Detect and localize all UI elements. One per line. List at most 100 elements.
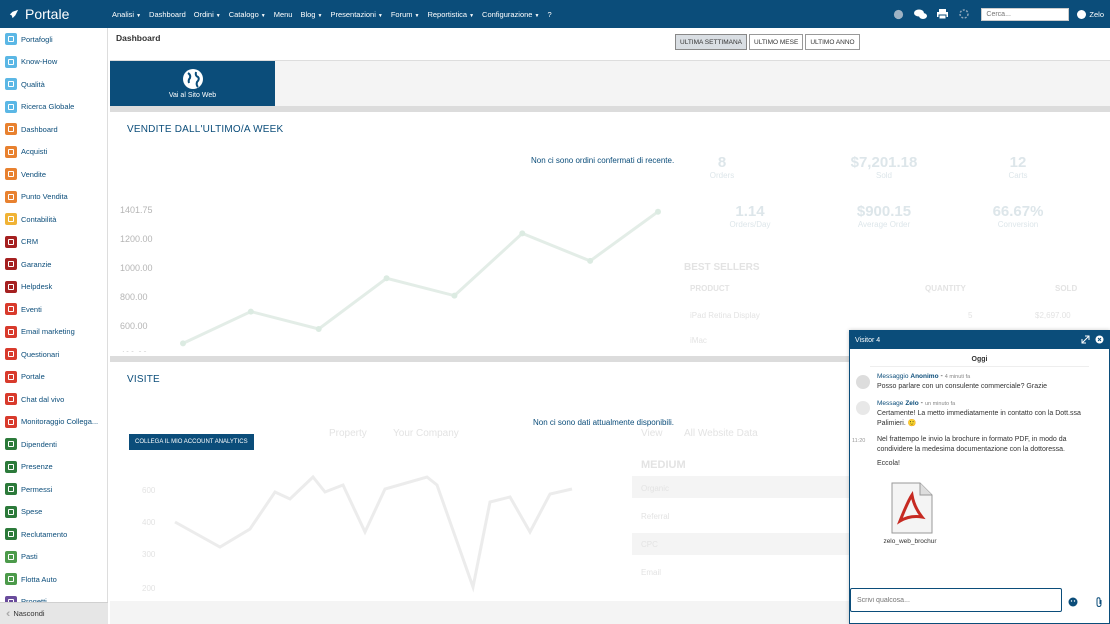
sidebar-item[interactable]: Know-How <box>0 51 107 74</box>
nav-item-label: Presentazioni <box>330 9 376 19</box>
bestsellers-cell: iMac <box>690 336 707 345</box>
hide-label: Nascondi <box>13 609 45 618</box>
sidebar-item[interactable]: Helpdesk <box>0 276 107 299</box>
sales-line-chart: 1401.75 1200.00 1000.00 800.00 600.00 400.00 <box>120 205 661 352</box>
app-icon <box>5 100 17 113</box>
chat-bubbles-icon[interactable] <box>912 6 928 22</box>
sidebar-item[interactable]: Chat dal vivo <box>0 388 107 411</box>
sidebar-item[interactable]: Flotta Auto <box>0 568 107 591</box>
app-icon <box>5 280 17 293</box>
sidebar-item[interactable]: Progetti <box>0 591 107 602</box>
period-button-month[interactable]: ULTIMO MESE <box>749 34 804 50</box>
sidebar-item[interactable]: Reclutamento <box>0 523 107 546</box>
chat-message: Messaggio Anonimo - 4 minuti fa Posso pa… <box>877 372 1102 392</box>
y-tick-label: 400 <box>142 518 156 527</box>
app-icon <box>5 78 17 91</box>
sidebar-item[interactable]: Presenze <box>0 456 107 479</box>
close-icon[interactable] <box>1095 335 1104 344</box>
expand-icon[interactable] <box>1081 335 1090 344</box>
search-input[interactable] <box>981 7 1070 21</box>
sidebar-item[interactable]: Dipendenti <box>0 433 107 456</box>
sidebar-item[interactable]: Punto Vendita <box>0 186 107 209</box>
connect-analytics-button[interactable]: COLLEGA IL MIO ACCOUNT ANALYTICS <box>129 434 254 450</box>
emoji-icon[interactable] <box>1068 597 1078 609</box>
brand[interactable]: Portale <box>0 6 108 22</box>
sidebar-item-label: Punto Vendita <box>21 192 68 202</box>
sidebar-item[interactable]: Eventi <box>0 298 107 321</box>
nav-item-5[interactable]: Blog ▼ <box>296 10 326 19</box>
website-tile[interactable]: Vai al Sito Web <box>110 61 275 106</box>
caret-down-icon: ▼ <box>260 12 266 19</box>
nav-item-label: Blog <box>300 9 316 19</box>
sidebar-item[interactable]: Monitoraggio Collega... <box>0 411 107 434</box>
sidebar-item[interactable]: Pasti <box>0 546 107 569</box>
sidebar-item[interactable]: Portale <box>0 366 107 389</box>
app-icon <box>5 370 17 383</box>
sidebar-item[interactable]: Acquisti <box>0 141 107 164</box>
kpi-label: Conversion <box>997 220 1039 229</box>
nav-item-10[interactable]: ? <box>543 10 555 19</box>
data-point <box>519 230 526 237</box>
sidebar-item-label: Portafogli <box>21 34 53 44</box>
kpi-value: 12 <box>1009 154 1027 171</box>
attachment-icon[interactable] <box>1095 597 1103 609</box>
nav-item-label: Dashboard <box>149 9 186 19</box>
nav-item-4[interactable]: Menu <box>270 10 297 19</box>
globe-icon[interactable] <box>890 6 906 22</box>
chat-message: Eccola! <box>877 460 900 467</box>
sidebar-item[interactable]: Questionari <box>0 343 107 366</box>
app-icon <box>5 348 17 361</box>
period-button-week[interactable]: ULTIMA SETTIMANA <box>675 34 747 50</box>
sidebar-item[interactable]: Permessi <box>0 478 107 501</box>
sidebar-item[interactable]: Portafogli <box>0 28 107 51</box>
nav-item-8[interactable]: Reportistica ▼ <box>423 10 478 19</box>
sidebar-hide-toggle[interactable]: ‹‹ Nascondi <box>0 602 108 624</box>
pdf-attachment[interactable]: zelo_web_brochur <box>880 481 940 547</box>
sidebar-item-label: Garanzie <box>21 259 52 269</box>
faded-label: CPC <box>641 540 658 549</box>
nav-item-0[interactable]: Analisi ▼ <box>108 10 145 19</box>
bestsellers-header-sold: SOLD <box>1055 284 1078 293</box>
sidebar-item[interactable]: Email marketing <box>0 321 107 344</box>
data-point <box>315 325 322 332</box>
sidebar-item[interactable]: Dashboard <box>0 118 107 141</box>
nav-item-1[interactable]: Dashboard <box>145 10 190 19</box>
sidebar-item-label: Qualità <box>21 79 45 89</box>
sidebar-item[interactable]: Vendite <box>0 163 107 186</box>
message-text: Posso parlare con un consulente commerci… <box>877 383 1048 390</box>
bestsellers-cell: $2,697.00 <box>1035 311 1071 320</box>
kpi-sold: $7,201.18 Sold <box>840 154 928 180</box>
sidebar-item[interactable]: Spese <box>0 501 107 524</box>
sidebar-item-label: Permessi <box>21 484 53 494</box>
chat-message-input[interactable] <box>850 588 1062 612</box>
author-prefix: Messaggio <box>877 373 909 380</box>
bestsellers-cell: 5 <box>968 311 973 320</box>
kpi-label: Average Order <box>857 220 911 229</box>
period-selector: ULTIMA SETTIMANA ULTIMO MESE ULTIMO ANNO <box>675 34 862 50</box>
sidebar-item[interactable]: Garanzie <box>0 253 107 276</box>
sidebar-item-label: Flotta Auto <box>21 574 57 584</box>
faded-label: Property <box>329 428 367 439</box>
nav-item-label: ? <box>547 9 552 19</box>
print-icon[interactable] <box>934 6 950 22</box>
main-menu: Analisi ▼ Dashboard Ordini ▼ Catalogo ▼ Menu Blo… <box>108 0 556 28</box>
sidebar-item[interactable]: Ricerca Globale <box>0 96 107 119</box>
pdf-file-icon <box>891 482 933 534</box>
nav-item-3[interactable]: Catalogo ▼ <box>225 10 270 19</box>
message-time: 4 minuti fa <box>944 374 971 380</box>
period-button-year[interactable]: ULTIMO ANNO <box>805 34 860 50</box>
sidebar-item[interactable]: CRM <box>0 231 107 254</box>
nav-item-2[interactable]: Ordini ▼ <box>190 10 225 19</box>
data-point <box>383 275 390 282</box>
nav-item-7[interactable]: Forum ▼ <box>387 10 424 19</box>
nav-item-6[interactable]: Presentazioni ▼ <box>326 10 386 19</box>
sidebar-item[interactable]: Contabilità <box>0 208 107 231</box>
sidebar-item[interactable]: Qualità <box>0 73 107 96</box>
user-menu[interactable]: Zelo <box>1077 9 1104 19</box>
nav-item-9[interactable]: Configurazione ▼ <box>478 10 543 19</box>
faded-label: Referral <box>641 512 670 521</box>
caret-down-icon: ▼ <box>136 12 142 19</box>
sidebar-item-label: Questionari <box>21 349 60 359</box>
app-icon <box>5 303 17 316</box>
data-point <box>587 257 594 264</box>
